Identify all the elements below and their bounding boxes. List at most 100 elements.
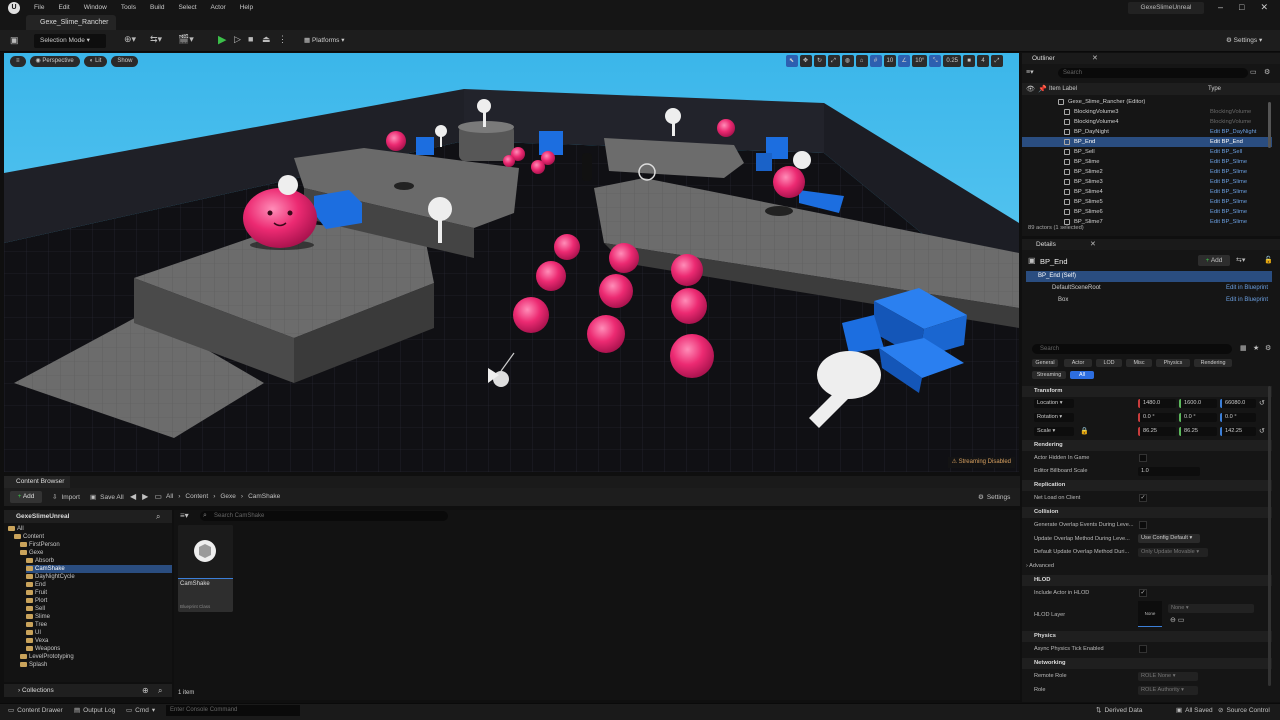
menu-help[interactable]: Help bbox=[240, 4, 253, 11]
menu-tools[interactable]: Tools bbox=[121, 4, 136, 11]
settings-button[interactable]: ⚙ Settings ▾ bbox=[1220, 34, 1268, 48]
details-search-input[interactable]: Search bbox=[1032, 344, 1232, 354]
outliner-close-icon[interactable]: ✕ bbox=[1092, 54, 1098, 62]
outliner-row[interactable]: BlockingVolume4 BlockingVolume bbox=[1022, 117, 1272, 127]
scale-snap-icon[interactable]: ⤡ bbox=[929, 55, 942, 67]
overlap-events-checkbox[interactable] bbox=[1139, 521, 1147, 529]
location-y[interactable]: 1600.0 bbox=[1179, 399, 1217, 408]
default-overlap-dropdown[interactable]: Only Update Movable ▾ bbox=[1138, 548, 1208, 557]
perspective-button[interactable]: ◉ Perspective bbox=[29, 56, 80, 67]
show-button[interactable]: Show bbox=[111, 56, 139, 67]
section-transform[interactable]: Transform bbox=[1022, 386, 1272, 397]
menu-window[interactable]: Window bbox=[84, 4, 107, 11]
blueprint-icon[interactable]: ⇆▾ bbox=[150, 34, 162, 45]
asset-tile[interactable]: CamShake Blueprint Class bbox=[178, 525, 233, 612]
cb-settings-button[interactable]: ⚙ Settings bbox=[978, 493, 1010, 502]
add-actor-icon[interactable]: ⊕▾ bbox=[124, 34, 136, 45]
details-close-icon[interactable]: ✕ bbox=[1090, 240, 1096, 248]
scale-snap-value[interactable]: 0.25 bbox=[943, 55, 961, 67]
column-item-label[interactable]: Item Label bbox=[1049, 86, 1077, 92]
outliner-scrollbar[interactable] bbox=[1268, 102, 1271, 148]
play-icon[interactable]: ▶ bbox=[218, 33, 226, 46]
actor-name[interactable]: BP_End bbox=[1040, 257, 1068, 266]
stop-icon[interactable]: ■ bbox=[248, 34, 253, 44]
eject-icon[interactable]: ⏏ bbox=[262, 34, 271, 45]
outliner-search-input[interactable]: Search bbox=[1058, 68, 1248, 78]
source-control-button[interactable]: ⊘ Source Control bbox=[1218, 706, 1270, 715]
location-z[interactable]: 66080.0 bbox=[1220, 399, 1256, 408]
tree-item[interactable]: Splash bbox=[20, 661, 47, 669]
net-load-checkbox[interactable]: ✓ bbox=[1139, 494, 1147, 502]
table-view-icon[interactable]: ▦ bbox=[1240, 344, 1247, 352]
level-viewport[interactable]: ≡ ◉ Perspective ◐ Lit Show ⬉ ✥ ↻ ⤢ ◍ ⌂ #… bbox=[4, 53, 1019, 472]
filter-icon[interactable]: ≡▾ bbox=[180, 511, 189, 520]
derived-data-button[interactable]: ⇅ Derived Data bbox=[1096, 706, 1142, 715]
tree-item[interactable]: Sell bbox=[26, 605, 45, 613]
outliner-row[interactable]: BP_Slime Edit BP_Slime bbox=[1022, 157, 1272, 167]
tree-item[interactable]: Weapons bbox=[26, 645, 60, 653]
folder-icon[interactable]: ▭ bbox=[154, 492, 162, 501]
edit-blueprint-link[interactable]: Edit in Blueprint bbox=[1226, 285, 1268, 291]
save-icon[interactable]: ▣ bbox=[10, 35, 19, 46]
back-icon[interactable]: ◀ bbox=[130, 492, 136, 501]
tree-search-icon[interactable]: ⌕ bbox=[156, 512, 160, 522]
menu-file[interactable]: File bbox=[34, 4, 44, 11]
scale-y[interactable]: 86.25 bbox=[1179, 427, 1217, 436]
grid-snap-icon[interactable]: # bbox=[869, 55, 882, 67]
details-scrollbar[interactable] bbox=[1268, 386, 1271, 686]
tree-item[interactable]: Content bbox=[14, 533, 44, 541]
tree-item[interactable]: Slime bbox=[26, 613, 50, 621]
play-step-icon[interactable]: ▷ bbox=[234, 34, 241, 45]
section-hlod[interactable]: HLOD bbox=[1022, 575, 1272, 586]
outliner-row[interactable]: BP_DayNight Edit BP_DayNight bbox=[1022, 127, 1272, 137]
tree-root[interactable]: GexeSlimeUnreal bbox=[4, 510, 172, 523]
component-row-root[interactable]: DefaultSceneRoot Edit in Blueprint bbox=[1026, 284, 1272, 294]
outliner-row[interactable]: BP_Slime3 Edit BP_Slime bbox=[1022, 177, 1272, 187]
angle-snap-value[interactable]: 10° bbox=[912, 55, 928, 67]
viewport-menu-button[interactable]: ≡ bbox=[10, 56, 26, 67]
minimize-icon[interactable]: – bbox=[1218, 2, 1223, 12]
filter-rendering[interactable]: Rendering bbox=[1194, 359, 1232, 367]
import-button[interactable]: ⇩ Import bbox=[52, 493, 80, 502]
tree-item[interactable]: Gexe bbox=[20, 549, 43, 557]
favorites-icon[interactable]: ★ bbox=[1253, 344, 1259, 352]
add-button[interactable]: + Add bbox=[10, 491, 42, 503]
reset-location-icon[interactable]: ↺ bbox=[1259, 399, 1265, 407]
filter-actor[interactable]: Actor bbox=[1064, 359, 1092, 367]
role-dropdown[interactable]: ROLE Authority ▾ bbox=[1138, 686, 1198, 695]
location-dropdown[interactable]: Location ▾ bbox=[1034, 399, 1074, 408]
tree-item[interactable]: Fruit bbox=[26, 589, 47, 597]
blueprint-options-icon[interactable]: ⇆▾ bbox=[1236, 256, 1245, 264]
outliner-row-type[interactable]: BlockingVolume bbox=[1210, 107, 1251, 117]
include-hlod-checkbox[interactable]: ✓ bbox=[1139, 589, 1147, 597]
advanced-toggle[interactable]: › Advanced bbox=[1026, 562, 1054, 571]
edit-blueprint-link[interactable]: Edit in Blueprint bbox=[1226, 297, 1268, 303]
scale-lock-icon[interactable]: 🔒 bbox=[1080, 427, 1089, 435]
tree-item[interactable]: FirstPerson bbox=[20, 541, 60, 549]
asset-search-input[interactable]: Search CamShake bbox=[200, 511, 448, 521]
tree-item[interactable]: CamShake bbox=[26, 565, 172, 573]
tree-item[interactable]: Plort bbox=[26, 597, 47, 605]
outliner-settings-icon[interactable]: ⚙ bbox=[1264, 68, 1270, 76]
section-collision[interactable]: Collision bbox=[1022, 507, 1272, 518]
menu-select[interactable]: Select bbox=[178, 4, 196, 11]
details-tab[interactable]: Details bbox=[1036, 241, 1056, 248]
section-replication[interactable]: Replication bbox=[1022, 480, 1272, 491]
hlod-layer-thumbnail[interactable]: None bbox=[1138, 601, 1162, 627]
location-x[interactable]: 1480.0 bbox=[1138, 399, 1176, 408]
tree-item[interactable]: Vexa bbox=[26, 637, 48, 645]
details-settings-icon[interactable]: ⚙ bbox=[1265, 344, 1271, 352]
grid-snap-value[interactable]: 10 bbox=[883, 55, 897, 67]
outliner-row-type[interactable]: Edit BP_Slime bbox=[1210, 157, 1247, 167]
rotation-x[interactable]: 0.0 ° bbox=[1138, 413, 1176, 422]
close-icon[interactable]: ✕ bbox=[1260, 2, 1268, 13]
cmd-button[interactable]: ▭ Cmd ▾ bbox=[126, 706, 155, 715]
surface-snap-icon[interactable]: ⌂ bbox=[855, 55, 868, 67]
outliner-row-type[interactable]: Edit BP_DayNight bbox=[1210, 127, 1256, 137]
tree-item[interactable]: Absorb bbox=[26, 557, 54, 565]
outliner-filter-icon[interactable]: ≡▾ bbox=[1026, 68, 1034, 76]
console-input[interactable]: Enter Console Command bbox=[166, 705, 300, 716]
translate-icon[interactable]: ✥ bbox=[799, 55, 812, 67]
rotation-dropdown[interactable]: Rotation ▾ bbox=[1034, 413, 1074, 422]
outliner-row[interactable]: BP_Slime4 Edit BP_Slime bbox=[1022, 187, 1272, 197]
